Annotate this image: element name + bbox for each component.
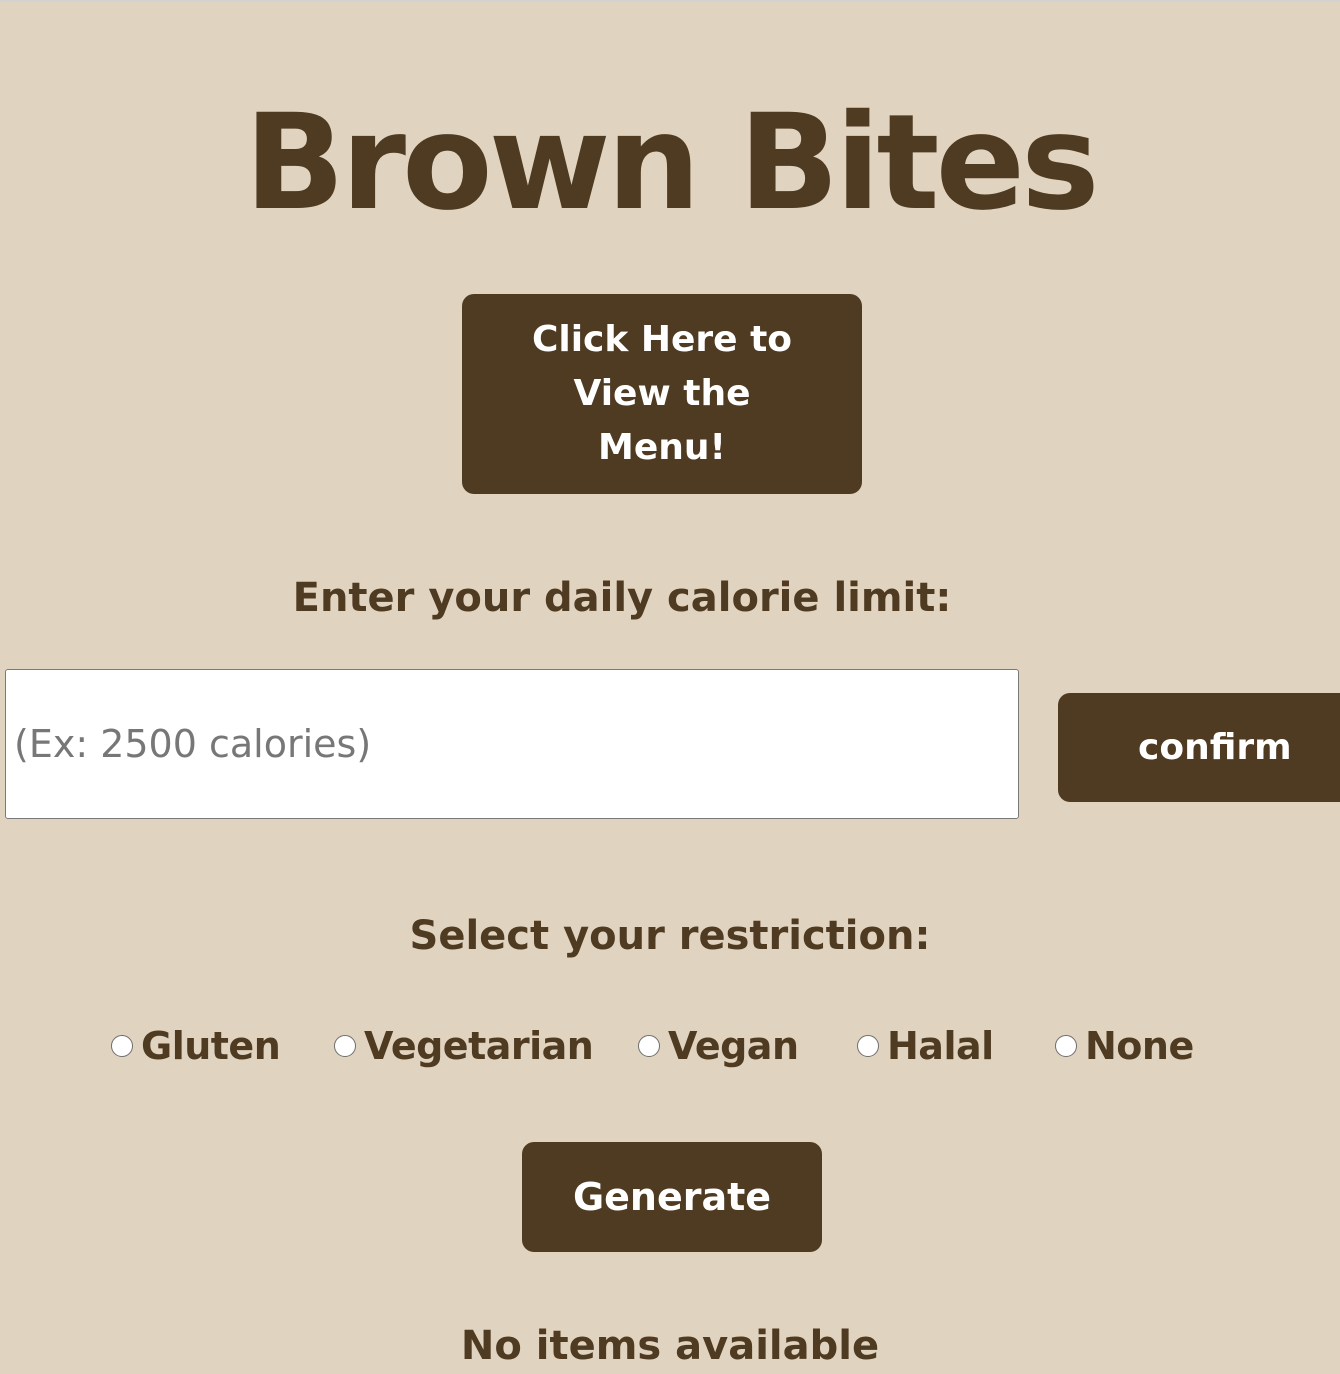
calorie-limit-input[interactable] [5, 669, 1019, 819]
radio-option-vegan[interactable]: Vegan [638, 1016, 799, 1076]
status-message: No items available [460, 1323, 880, 1369]
radio-option-halal[interactable]: Halal [857, 1016, 994, 1076]
radio-button-gluten[interactable] [111, 1035, 133, 1057]
radio-button-halal[interactable] [857, 1035, 879, 1057]
radio-button-none[interactable] [1055, 1035, 1077, 1057]
radio-button-vegetarian[interactable] [334, 1035, 356, 1057]
restriction-label: Select your restriction: [409, 913, 931, 959]
page-title: Brown Bites [244, 86, 1099, 240]
generate-button[interactable]: Generate [522, 1142, 822, 1252]
top-border [0, 0, 1340, 2]
radio-option-vegetarian[interactable]: Vegetarian [334, 1016, 594, 1076]
view-menu-button[interactable]: Click Here to View the Menu! [462, 294, 862, 494]
restriction-options: Gluten Vegetarian Vegan Halal None [0, 1016, 1340, 1076]
radio-label-vegetarian: Vegetarian [364, 1024, 594, 1068]
radio-option-none[interactable]: None [1055, 1016, 1194, 1076]
radio-label-gluten: Gluten [141, 1024, 281, 1068]
calorie-limit-label: Enter your daily calorie limit: [292, 575, 952, 621]
radio-label-none: None [1085, 1024, 1194, 1068]
radio-label-vegan: Vegan [668, 1024, 799, 1068]
radio-label-halal: Halal [887, 1024, 994, 1068]
confirm-button[interactable]: confirm [1058, 693, 1340, 802]
radio-option-gluten[interactable]: Gluten [111, 1016, 281, 1076]
radio-button-vegan[interactable] [638, 1035, 660, 1057]
